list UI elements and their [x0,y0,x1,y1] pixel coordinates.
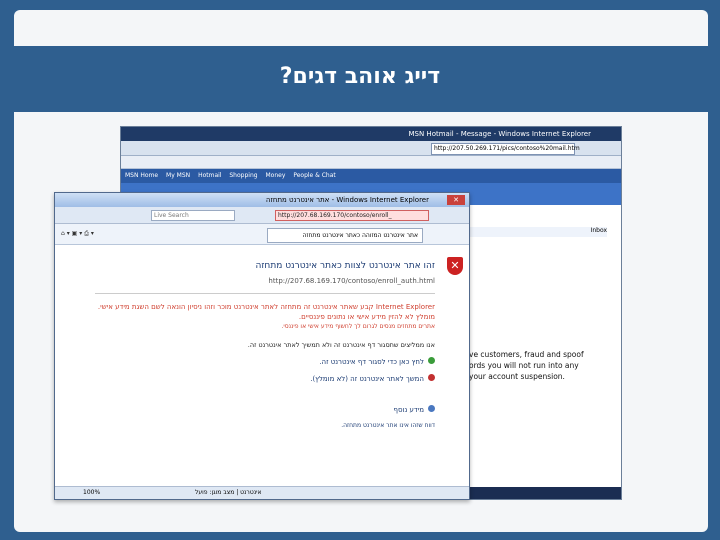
back-message-text: ve customers, fraud and spoof ords you w… [469,350,584,381]
warning-url: http://207.68.169.170/contoso/enroll_aut… [268,277,435,285]
close-icon[interactable]: ✕ [447,195,465,205]
nav-my-msn[interactable]: My MSN [166,172,190,179]
front-address-bar[interactable]: http://207.68.169.170/contoso/enroll_ Li… [55,207,469,224]
front-status-bar: 100% אינטרנט | מצב מוגן: פועל [55,486,469,499]
report-link[interactable]: דווח שזהו אינו אתר אינטרנט מתחזה. [95,422,435,429]
warning-heading: זהו אתר אינטרנט לצוות כאתר אינטרנט מתחזה [255,261,435,271]
nav-people-chat[interactable]: People & Chat [293,172,335,179]
warning-body-secondary: אתרים מתחזים מנסים לגרום לך לחשוף מידע א… [281,323,435,330]
search-input[interactable]: Live Search [151,210,235,221]
slide-title: דייג אוהב דגים? [279,64,441,89]
front-window-titlebar: אתר אינטרנט מתחזה - Windows Internet Exp… [55,193,469,207]
front-tab-strip: אתר אינטרנט המזוהה כאתר אינטרנט מתחזה ⌂ … [55,224,469,245]
back-inbox-link[interactable]: Inbox [467,227,607,237]
warning-body: Internet Explorer קבע שאתר אינטרנט זה מת… [97,303,435,321]
more-info-link[interactable]: מידע נוסף [95,405,435,414]
back-tab-strip[interactable] [121,156,621,169]
divider [95,293,435,294]
check-icon [428,357,435,364]
chevron-down-icon [428,405,435,412]
warning-content: זהו אתר אינטרנט לצוות כאתר אינטרנט מתחזה… [95,261,435,429]
x-icon [428,374,435,381]
shield-warning-icon: ✕ [447,257,463,275]
toolbar-icons[interactable]: ⌂ ▾ ▣ ▾ ⎙ ▾ [61,230,94,238]
continue-option[interactable]: המשך לאתר אינטרנט זה (לא מומלץ). [95,374,435,383]
back-site-nav[interactable]: MSN Home My MSN Hotmail Shopping Money P… [121,169,621,183]
nav-shopping[interactable]: Shopping [229,172,257,179]
active-tab[interactable]: אתר אינטרנט המזוהה כאתר אינטרנט מתחזה [267,228,423,243]
nav-hotmail[interactable]: Hotmail [198,172,221,179]
nav-msn-home[interactable]: MSN Home [125,172,158,179]
back-address-bar[interactable]: http://207.50.269.171/pics/contoso%20mai… [121,141,621,156]
front-address-input[interactable]: http://207.68.169.170/contoso/enroll_ [275,210,429,221]
close-page-option[interactable]: לחץ כאן כדי לסגור דף אינטרנט זה. [95,357,435,366]
back-window-titlebar: MSN Hotmail - Message - Windows Internet… [121,127,621,141]
recommendation-text: אנו ממליצים שתסגור דף אינטרנט זה ולא תמש… [247,341,435,349]
back-address-input[interactable]: http://207.50.269.171/pics/contoso%20mai… [431,143,580,155]
security-zone: אינטרנט | מצב מוגן: פועל [195,489,262,496]
nav-money[interactable]: Money [265,172,285,179]
phishing-warning-window: אתר אינטרנט מתחזה - Windows Internet Exp… [54,192,470,500]
zoom-level[interactable]: 100% [83,487,100,499]
